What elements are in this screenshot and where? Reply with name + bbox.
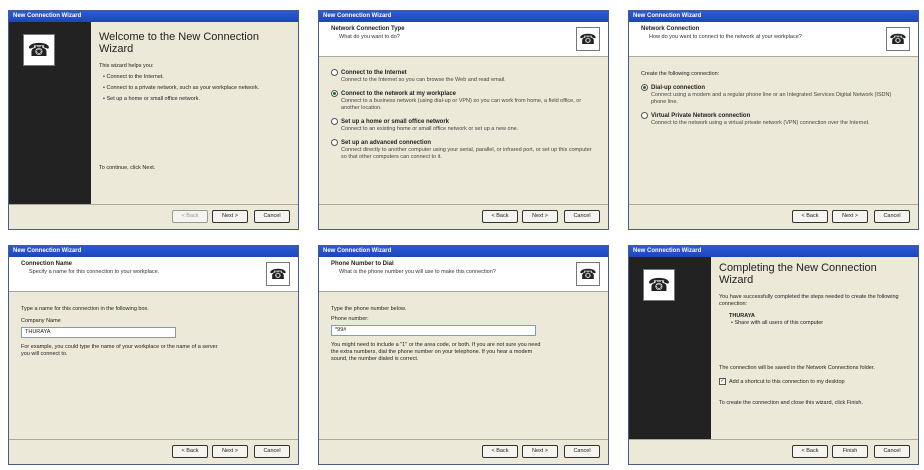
phone-number-input[interactable]: *99# <box>331 325 536 336</box>
next-button[interactable]: Next > <box>522 445 558 458</box>
next-button[interactable]: Next > <box>522 210 558 223</box>
wizard-header: Connection Name Specify a name for this … <box>9 257 298 292</box>
radio-button[interactable] <box>331 139 338 147</box>
wizard-body: Connect to the Internet Connect to the I… <box>319 57 608 161</box>
wizard-phone-icon: ☎ <box>23 34 55 66</box>
wizard-phone-icon: ☎ <box>266 262 290 286</box>
next-button[interactable]: Next > <box>212 445 248 458</box>
wizard-network-connection-window: New Connection Wizard Network Connection… <box>628 10 919 230</box>
lead-text: Create the following connection: <box>641 71 720 77</box>
welcome-content: Welcome to the New Connection Wizard Thi… <box>99 31 290 172</box>
option-workplace[interactable]: Connect to the network at my workplace C… <box>331 90 598 112</box>
cancel-button[interactable]: Cancel <box>874 210 910 223</box>
header-title: Network Connection Type <box>331 26 405 32</box>
cancel-button[interactable]: Cancel <box>254 445 290 458</box>
wizard-completing-window: New Connection Wizard ☎ Completing the N… <box>628 245 919 465</box>
title-bar: New Connection Wizard <box>9 246 298 257</box>
option-home-network[interactable]: Set up a home or small office network Co… <box>331 118 598 133</box>
completing-title: Completing the New Connection Wizard <box>719 262 877 286</box>
continue-text: To continue, click Next. <box>99 165 156 171</box>
finish-button[interactable]: Finish <box>832 445 868 458</box>
completing-content: Completing the New Connection Wizard You… <box>719 262 910 407</box>
title-bar: New Connection Wizard <box>319 11 608 22</box>
button-bar: < Back Next > Cancel <box>9 439 298 464</box>
button-bar: < Back Next > Cancel <box>9 204 298 229</box>
header-title: Phone Number to Dial <box>331 261 394 267</box>
connection-detail: • Share with all users of this computer <box>731 320 824 326</box>
header-subtitle: What do you want to do? <box>339 34 400 40</box>
wizard-header: Network Connection Type What do you want… <box>319 22 608 57</box>
intro-text: This wizard helps you: <box>99 63 154 69</box>
wizard-phone-number-window: New Connection Wizard Phone Number to Di… <box>318 245 609 465</box>
lead-text: Type the phone number below. <box>331 306 407 312</box>
header-subtitle: What is the phone number you will use to… <box>339 269 496 275</box>
radio-button-selected[interactable] <box>331 90 338 98</box>
bullet-item: • Connect to the Internet. <box>103 74 164 80</box>
shortcut-option[interactable]: ✓ Add a shortcut to this connection to my… <box>719 378 910 386</box>
button-bar: < Back Finish Cancel <box>629 439 918 464</box>
welcome-title: Welcome to the New Connection Wizard <box>99 31 259 55</box>
back-button[interactable]: < Back <box>172 445 208 458</box>
option-vpn[interactable]: Virtual Private Network connection Conne… <box>641 112 908 127</box>
wizard-sidebar: ☎ <box>629 257 711 440</box>
wizard-header: Network Connection How do you want to co… <box>629 22 918 57</box>
company-name-input[interactable]: THURAYA <box>21 327 176 338</box>
wizard-sidebar: ☎ <box>9 22 91 205</box>
back-button[interactable]: < Back <box>172 210 208 223</box>
lead-text: Type a name for this connection in the f… <box>21 306 149 312</box>
cancel-button[interactable]: Cancel <box>874 445 910 458</box>
button-bar: < Back Next > Cancel <box>629 204 918 229</box>
bullet-item: • Connect to a private network, such as … <box>103 85 260 91</box>
checkbox-checked[interactable]: ✓ <box>719 378 726 385</box>
title-bar: New Connection Wizard <box>629 11 918 22</box>
header-title: Connection Name <box>21 261 73 267</box>
wizard-phone-icon: ☎ <box>576 262 600 286</box>
intro-text: You have successfully completed the step… <box>719 294 899 307</box>
hint-text: For example, you could type the name of … <box>21 344 218 357</box>
button-bar: < Back Next > Cancel <box>319 439 608 464</box>
radio-button[interactable] <box>331 69 338 76</box>
hint-text: You might need to include a "1" or the a… <box>331 342 541 362</box>
wizard-body: Type a name for this connection in the f… <box>9 292 298 358</box>
cancel-button[interactable]: Cancel <box>254 210 290 223</box>
wizard-welcome-window: New Connection Wizard ☎ Welcome to the N… <box>8 10 299 230</box>
back-button[interactable]: < Back <box>482 210 518 223</box>
header-subtitle: How do you want to connect to the networ… <box>649 34 802 40</box>
connection-name: THURAYA <box>729 313 755 319</box>
wizard-phone-icon: ☎ <box>576 27 600 51</box>
field-label: Company Name <box>21 318 61 324</box>
next-button[interactable]: Next > <box>212 210 248 223</box>
radio-button[interactable] <box>641 112 648 120</box>
title-bar: New Connection Wizard <box>319 246 608 257</box>
saved-text: The connection will be saved in the Netw… <box>719 365 875 371</box>
wizard-phone-icon: ☎ <box>886 27 910 51</box>
field-label: Phone number: <box>331 316 369 322</box>
wizard-connection-type-window: New Connection Wizard Network Connection… <box>318 10 609 230</box>
title-bar: New Connection Wizard <box>9 11 298 22</box>
back-button[interactable]: < Back <box>792 210 828 223</box>
wizard-phone-icon: ☎ <box>643 269 675 301</box>
cancel-button[interactable]: Cancel <box>564 210 600 223</box>
back-button[interactable]: < Back <box>792 445 828 458</box>
title-bar: New Connection Wizard <box>629 246 918 257</box>
header-title: Network Connection <box>641 26 700 32</box>
wizard-body: Type the phone number below. Phone numbe… <box>319 292 608 363</box>
wizard-connection-name-window: New Connection Wizard Connection Name Sp… <box>8 245 299 465</box>
wizard-header: Phone Number to Dial What is the phone n… <box>319 257 608 292</box>
option-advanced[interactable]: Set up an advanced connection Connect di… <box>331 139 598 161</box>
cancel-button[interactable]: Cancel <box>564 445 600 458</box>
radio-button-selected[interactable] <box>641 84 648 91</box>
finish-hint: To create the connection and close this … <box>719 399 863 406</box>
option-internet[interactable]: Connect to the Internet Connect to the I… <box>331 69 598 84</box>
next-button[interactable]: Next > <box>832 210 868 223</box>
button-bar: < Back Next > Cancel <box>319 204 608 229</box>
option-dialup[interactable]: Dial-up connection Connect using a modem… <box>641 84 908 106</box>
bullet-item: • Set up a home or small office network. <box>103 96 200 102</box>
radio-button[interactable] <box>331 118 338 126</box>
wizard-body: Create the following connection: Dial-up… <box>629 57 918 127</box>
back-button[interactable]: < Back <box>482 445 518 458</box>
header-subtitle: Specify a name for this connection to yo… <box>29 269 160 275</box>
